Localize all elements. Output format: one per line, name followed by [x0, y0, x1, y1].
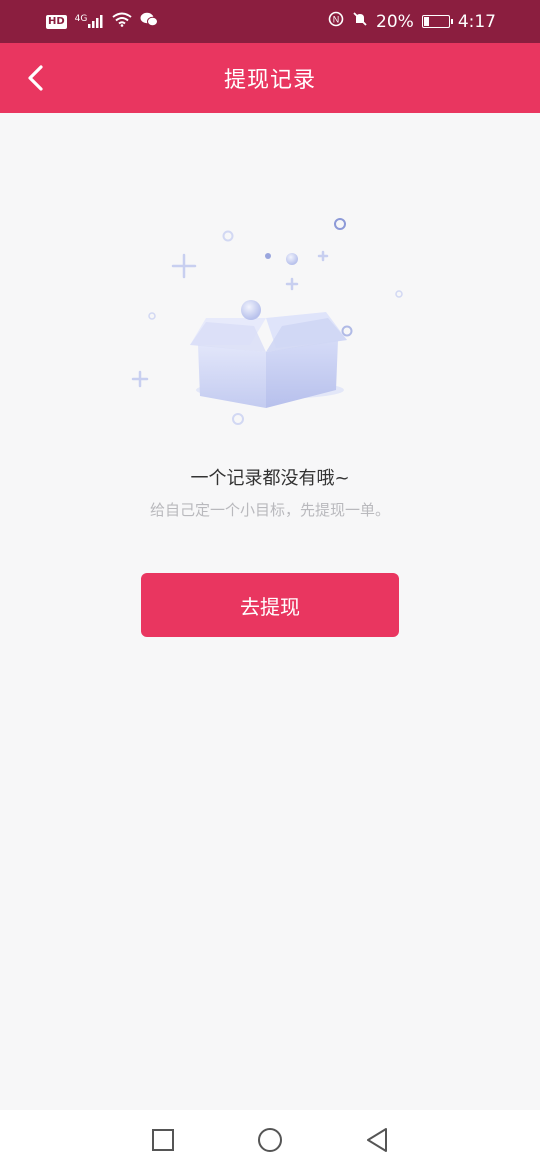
status-time: 4:17	[457, 11, 496, 32]
network-type: 4G	[74, 14, 88, 24]
status-right: N 20% 4:17	[328, 11, 496, 32]
signal-icon: 4G	[75, 15, 105, 28]
back-button[interactable]	[10, 53, 60, 103]
system-nav-bar	[0, 1110, 540, 1170]
battery-percent: 20%	[376, 11, 414, 32]
recent-apps-icon	[152, 1129, 175, 1151]
page-title: 提现记录	[223, 68, 316, 93]
back-nav-button[interactable]	[357, 1120, 397, 1160]
back-icon	[366, 1128, 387, 1152]
battery-icon	[421, 15, 453, 28]
empty-state-title: 一个记录都没有哦~	[190, 468, 350, 489]
battery-fill	[423, 17, 429, 26]
empty-box-icon	[131, 218, 403, 425]
chevron-left-icon	[28, 65, 43, 91]
empty-state-subtitle: 给自己定一个小目标，先提现一单。	[149, 501, 390, 519]
mute-icon	[352, 11, 368, 32]
svg-text:N: N	[333, 15, 340, 25]
status-left: HD 4G	[46, 12, 159, 32]
header: 提现记录	[0, 43, 540, 113]
wifi-icon	[112, 12, 132, 32]
nfc-icon: N	[328, 11, 344, 32]
home-icon	[257, 1128, 282, 1152]
empty-box-illustration	[120, 200, 420, 440]
wechat-icon	[140, 12, 159, 32]
withdraw-button[interactable]: 去提现	[141, 573, 399, 637]
home-button[interactable]	[250, 1120, 290, 1160]
status-bar: HD 4G N 20% 4:17	[0, 0, 540, 43]
hd-icon: HD	[46, 14, 67, 29]
recent-apps-button[interactable]	[143, 1120, 183, 1160]
